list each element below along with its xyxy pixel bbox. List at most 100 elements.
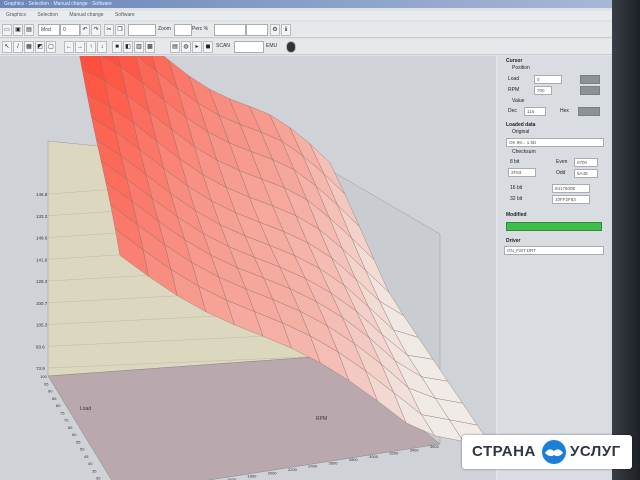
load-tick-label: 70 (64, 418, 69, 423)
y-tick-label: 146.8 (36, 192, 48, 197)
surface-chart[interactable]: 146.8 133.2 148.6 141.6 128.3 100.7 105.3 83.6 7… (0, 56, 496, 480)
load-tick-label: 95 (44, 381, 49, 386)
hex-label: Hex (560, 108, 569, 114)
window-title-bar: Graphics · Selection · Manual change · S… (0, 0, 612, 8)
table-view-icon[interactable]: ▦ (24, 41, 34, 53)
open-file-icon[interactable]: ▭ (2, 24, 12, 36)
original-file-field[interactable]: OK 99... 1.5D (506, 138, 604, 147)
bit32-value-field[interactable]: 10FF2F83 (552, 195, 590, 204)
chart-area: 146.8 133.2 148.6 141.6 128.3 100.7 105.3 83.6 7… (0, 56, 496, 480)
load-tick-label: 75 (60, 410, 65, 415)
perc-field[interactable] (214, 24, 246, 36)
load-tick-label: 40 (88, 461, 93, 466)
arrow-down-icon[interactable]: ↓ (97, 41, 107, 53)
save-file-icon[interactable]: ▣ (13, 24, 23, 36)
redo-icon[interactable]: ↷ (91, 24, 101, 36)
load-tick-label: 55 (76, 439, 81, 444)
arrow-up-icon[interactable]: ↑ (86, 41, 96, 53)
menu-item-software[interactable]: Software (115, 12, 135, 18)
rpm-tick-label: 3000 (369, 454, 379, 459)
driver-heading: Driver (506, 238, 521, 244)
load-axis-label: Load (80, 406, 91, 412)
rpm-indicator (580, 86, 600, 95)
scan-label: SCAN (216, 43, 230, 49)
y-tick-label: 128.3 (36, 279, 48, 284)
rpm-tick-label: 3200 (389, 451, 399, 456)
scan-select[interactable] (234, 41, 264, 53)
monitor-bezel (612, 0, 640, 480)
monitor-screen: Graphics · Selection · Manual change · S… (0, 0, 612, 480)
modified-status-bar (506, 222, 602, 231)
menu-item-manual-change[interactable]: Manual change (69, 12, 103, 18)
dec-value-field[interactable]: 116 (524, 107, 546, 116)
load-tick-label: 85 (52, 396, 57, 401)
window-title: Graphics · Selection · Manual change · S… (4, 1, 112, 7)
cursor-heading: Cursor (506, 58, 523, 64)
even-label: Even (556, 159, 568, 165)
print-icon[interactable]: ▤ (24, 24, 34, 36)
main-toolbar: ▭ ▣ ▤ Mod 0 ↶ ↷ ✂ ❐ Zoom Perc % ⚙ ℹ (0, 22, 612, 38)
y-tick-label: 73.9 (36, 366, 45, 371)
odd-value-field[interactable]: 5A4E (574, 169, 598, 178)
bit16-label: 16 bit (510, 185, 523, 191)
arrow-right-icon[interactable]: → (75, 41, 85, 53)
menu-item-selection[interactable]: Selection (37, 12, 58, 18)
zoom-value-field[interactable] (174, 24, 192, 36)
perc-label: Perc % (192, 26, 209, 32)
info-icon[interactable]: ℹ (281, 24, 291, 36)
cut-icon[interactable]: ✂ (104, 24, 114, 36)
load-tick-label: 50 (80, 447, 85, 452)
mod-field[interactable]: Mod (38, 24, 60, 36)
rpm-tick-label: 2800 (349, 457, 359, 462)
value-heading: Value (512, 98, 525, 104)
pointer-tool-icon[interactable]: ↖ (2, 41, 12, 53)
rpm-tick-label: 3400 (410, 447, 420, 452)
globe-icon[interactable]: ◍ (181, 41, 191, 53)
load-tick-label: 65 (68, 425, 73, 430)
driver-field[interactable]: GN_FSIT.DRT (504, 246, 604, 255)
record-icon[interactable] (286, 41, 296, 53)
menu-bar: Graphics Selection Manual change Softwar… (0, 11, 612, 20)
load-tick-label: 90 (48, 389, 53, 394)
y-tick-label: 105.3 (36, 323, 48, 328)
bit8-value-field[interactable]: 2F83 (508, 168, 536, 177)
bit32-label: 32 bit (510, 196, 523, 202)
rpm-axis-label: RPM (316, 416, 327, 422)
brand-left-text: СТРАНА (472, 443, 536, 460)
load-tick-label: 100 (40, 374, 47, 379)
menu-item-graphics[interactable]: Graphics (6, 12, 26, 18)
block-half-icon[interactable]: ◧ (123, 41, 133, 53)
edit-toolbar: ↖ / ▦ ◩ ▢ ← → ↑ ↓ ■ ◧ ▥ ▩ ▤ ◍ ▸ ◼ SCAN E… (0, 39, 612, 55)
emu-label: EMU (266, 43, 278, 49)
load-tick-label: 35 (92, 468, 97, 473)
chart-icon[interactable]: ▤ (170, 41, 180, 53)
arrow-left-icon[interactable]: ← (64, 41, 74, 53)
settings-icon[interactable]: ⚙ (270, 24, 280, 36)
play-icon[interactable]: ▸ (192, 41, 202, 53)
y-tick-label: 133.2 (36, 214, 48, 219)
even-value-field[interactable]: 0700 (574, 158, 598, 167)
y-axis-ticks: 146.8 133.2 148.6 141.6 128.3 100.7 105.3 83.6 7… (36, 192, 48, 371)
block-icon[interactable]: ■ (112, 41, 122, 53)
value-field-1[interactable]: 0 (60, 24, 80, 36)
load-tick-label: 30 (96, 476, 101, 480)
rpm-value-field[interactable]: 700 (534, 86, 552, 95)
copy-icon[interactable]: ❐ (115, 24, 125, 36)
graph-view-icon[interactable]: ◩ (35, 41, 45, 53)
line-tool-icon[interactable]: / (13, 41, 23, 53)
watermark-logo: СТРАНА УСЛУГ (462, 435, 632, 469)
selection-icon[interactable]: ▢ (46, 41, 56, 53)
zoom-field[interactable] (128, 24, 156, 36)
block-fill-icon[interactable]: ▩ (145, 41, 155, 53)
right-panel: Cursor Position Load 0 RPM 700 Value Dec… (498, 56, 612, 480)
undo-icon[interactable]: ↶ (80, 24, 90, 36)
step-field[interactable] (246, 24, 268, 36)
bit16-value-field[interactable]: 8417600E (552, 184, 590, 193)
hex-value-field (578, 107, 600, 116)
load-value-field[interactable]: 0 (534, 75, 562, 84)
loaded-data-heading: Loaded data (506, 122, 536, 128)
stop-icon[interactable]: ◼ (203, 41, 213, 53)
load-tick-label: 80 (56, 403, 61, 408)
block-grid-icon[interactable]: ▥ (134, 41, 144, 53)
zoom-label: Zoom (158, 26, 171, 32)
